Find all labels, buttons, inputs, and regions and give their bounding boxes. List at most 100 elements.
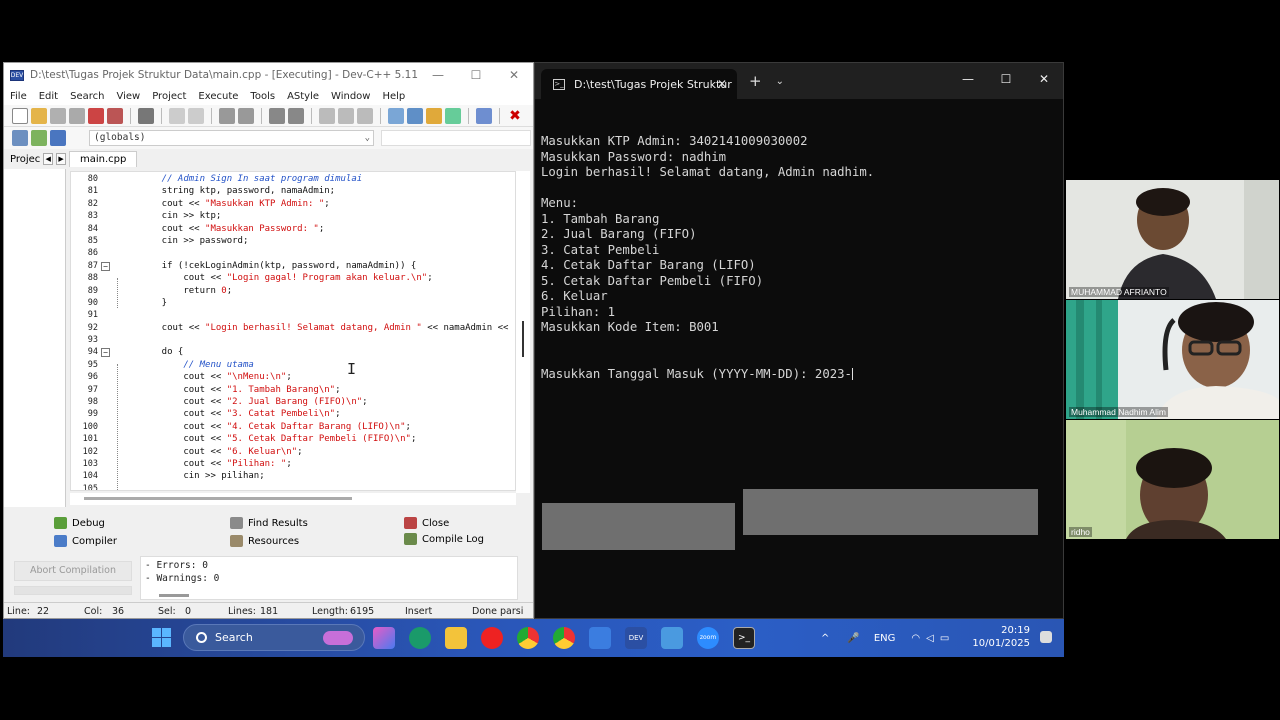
compile-icon[interactable] [388, 107, 404, 124]
tab-close[interactable]: Close [404, 517, 449, 529]
menu-window[interactable]: Window [325, 91, 376, 102]
file-explorer-icon[interactable] [445, 627, 467, 649]
code-string-literal: "Login berhasil! Selamat datang, Admin " [205, 322, 422, 333]
menu-view[interactable]: View [110, 91, 146, 102]
menu-edit[interactable]: Edit [33, 91, 64, 102]
project-panel[interactable] [4, 169, 66, 507]
stop-execution-icon[interactable]: ✖ [507, 108, 523, 124]
chevron-right-icon[interactable]: ▶ [56, 153, 66, 165]
participant-video-tile[interactable]: ridho [1066, 420, 1279, 539]
close-file-icon[interactable] [88, 107, 104, 124]
tab-compiler[interactable]: Compiler [54, 535, 117, 547]
project-options-icon[interactable] [357, 107, 373, 124]
scope-dropdown[interactable]: (globals) ⌄ [89, 130, 374, 146]
participant-video-tile[interactable]: MUHAMMAD AFRIANTO [1066, 180, 1279, 299]
new-tab-icon[interactable]: + [749, 72, 762, 90]
insert-icon[interactable] [31, 130, 47, 146]
close-icon[interactable]: ✕ [1025, 72, 1063, 86]
save-all-icon[interactable] [69, 107, 85, 124]
log-scrollbar[interactable] [159, 594, 189, 597]
close-all-icon[interactable] [107, 107, 123, 124]
tab-find-results[interactable]: Find Results [230, 517, 308, 529]
terminal-taskbar-icon[interactable]: >_ [733, 627, 755, 649]
menu-file[interactable]: File [4, 91, 33, 102]
rebuild-icon[interactable] [445, 107, 461, 124]
chevron-down-icon[interactable]: ⌄ [776, 76, 784, 87]
editor-horizontal-scrollbar[interactable] [70, 493, 516, 505]
compile-log-output[interactable]: - Errors: 0 - Warnings: 0 [140, 556, 518, 600]
save-icon[interactable] [50, 107, 66, 124]
open-folder-icon[interactable] [31, 107, 47, 124]
terminal-titlebar[interactable]: >_ D:\test\Tugas Projek Struktur ✕ + ⌄ —… [535, 63, 1063, 99]
notepad-icon[interactable] [589, 627, 611, 649]
chevron-up-icon[interactable]: ^ [821, 633, 829, 644]
taskbar-search-box[interactable]: Search [183, 624, 365, 651]
notification-bell-icon[interactable] [1040, 631, 1052, 643]
microphone-icon[interactable]: 🎤 [847, 633, 859, 644]
code-text: cin >> password; [140, 235, 249, 246]
line-number: 99 [87, 409, 98, 420]
edge-icon[interactable] [409, 627, 431, 649]
close-tab-icon[interactable]: ✕ [717, 77, 727, 91]
code-text: cout << "Login berhasil! Selamat datang,… [140, 322, 509, 334]
indent-icon[interactable] [288, 107, 304, 124]
toggle-bookmark-icon[interactable] [50, 130, 66, 146]
taskbar-clock[interactable]: 20:19 10/01/2025 [972, 624, 1030, 650]
line-number: 103 [82, 458, 98, 469]
tab-compile-log[interactable]: Compile Log [404, 533, 484, 545]
abort-compilation-button[interactable]: Abort Compilation [14, 561, 132, 581]
participant-video-tile[interactable]: Muhammad Nadhim Alim [1066, 300, 1279, 419]
minimize-icon[interactable]: — [419, 68, 457, 82]
goto-line-icon[interactable] [269, 107, 285, 124]
file-tab-main-cpp[interactable]: main.cpp [69, 151, 138, 167]
syntax-check-icon[interactable] [476, 107, 492, 124]
code-string-literal: "6. Keluar\n" [226, 446, 298, 457]
new-file-icon[interactable] [12, 107, 28, 124]
chrome-icon[interactable] [517, 627, 539, 649]
minimize-icon[interactable]: — [949, 72, 987, 86]
wifi-icon[interactable]: ◠ [911, 633, 920, 644]
battery-icon[interactable]: ▭ [940, 633, 949, 644]
zoom-icon[interactable]: zoom [697, 627, 719, 649]
fold-toggle-icon[interactable]: − [101, 261, 110, 271]
photos-icon[interactable] [661, 627, 683, 649]
menu-astyle[interactable]: AStyle [281, 91, 325, 102]
maximize-icon[interactable]: ☐ [987, 72, 1025, 86]
compile-log-icon [404, 533, 417, 545]
compile-run-icon[interactable] [426, 107, 442, 124]
project-panel-tab[interactable]: Projec ◀ ▶ [4, 153, 66, 165]
fold-toggle-icon[interactable]: − [101, 348, 110, 358]
menu-search[interactable]: Search [64, 91, 110, 102]
opera-icon[interactable] [481, 627, 503, 649]
volume-icon[interactable]: ◁ [926, 633, 934, 644]
project-add-icon[interactable] [338, 107, 354, 124]
maximize-icon[interactable]: ☐ [457, 68, 495, 82]
class-browser-icon[interactable] [12, 130, 28, 146]
chrome-profile-icon[interactable] [553, 627, 575, 649]
editor-vertical-scrollbar[interactable] [516, 171, 530, 493]
terminal-tab[interactable]: >_ D:\test\Tugas Projek Struktur ✕ [541, 69, 737, 99]
devcpp-titlebar[interactable]: DEV D:\test\Tugas Projek Struktur Data\m… [4, 63, 533, 87]
redo-icon[interactable] [188, 107, 204, 124]
function-dropdown[interactable] [381, 130, 531, 146]
close-icon[interactable]: ✕ [495, 68, 533, 82]
devcpp-taskbar-icon[interactable]: DEV [625, 627, 647, 649]
project-icon[interactable] [319, 107, 335, 124]
undo-icon[interactable] [169, 107, 185, 124]
replace-icon[interactable] [238, 107, 254, 124]
menu-project[interactable]: Project [146, 91, 192, 102]
tab-resources[interactable]: Resources [230, 535, 299, 547]
menu-help[interactable]: Help [376, 91, 411, 102]
windows-start-icon[interactable] [152, 628, 171, 647]
menu-execute[interactable]: Execute [192, 91, 244, 102]
find-icon[interactable] [219, 107, 235, 124]
terminal-output[interactable]: Masukkan KTP Admin: 3402141009030002 Masu… [541, 103, 1057, 413]
tab-debug[interactable]: Debug [54, 517, 105, 529]
chevron-left-icon[interactable]: ◀ [43, 153, 54, 165]
language-indicator[interactable]: ENG [874, 633, 896, 644]
copilot-icon[interactable] [373, 627, 395, 649]
menu-tools[interactable]: Tools [244, 91, 281, 102]
print-icon[interactable] [138, 107, 154, 124]
code-editor[interactable]: 80 // Admin Sign In saat program dimulai… [70, 171, 516, 491]
run-icon[interactable] [407, 107, 423, 124]
